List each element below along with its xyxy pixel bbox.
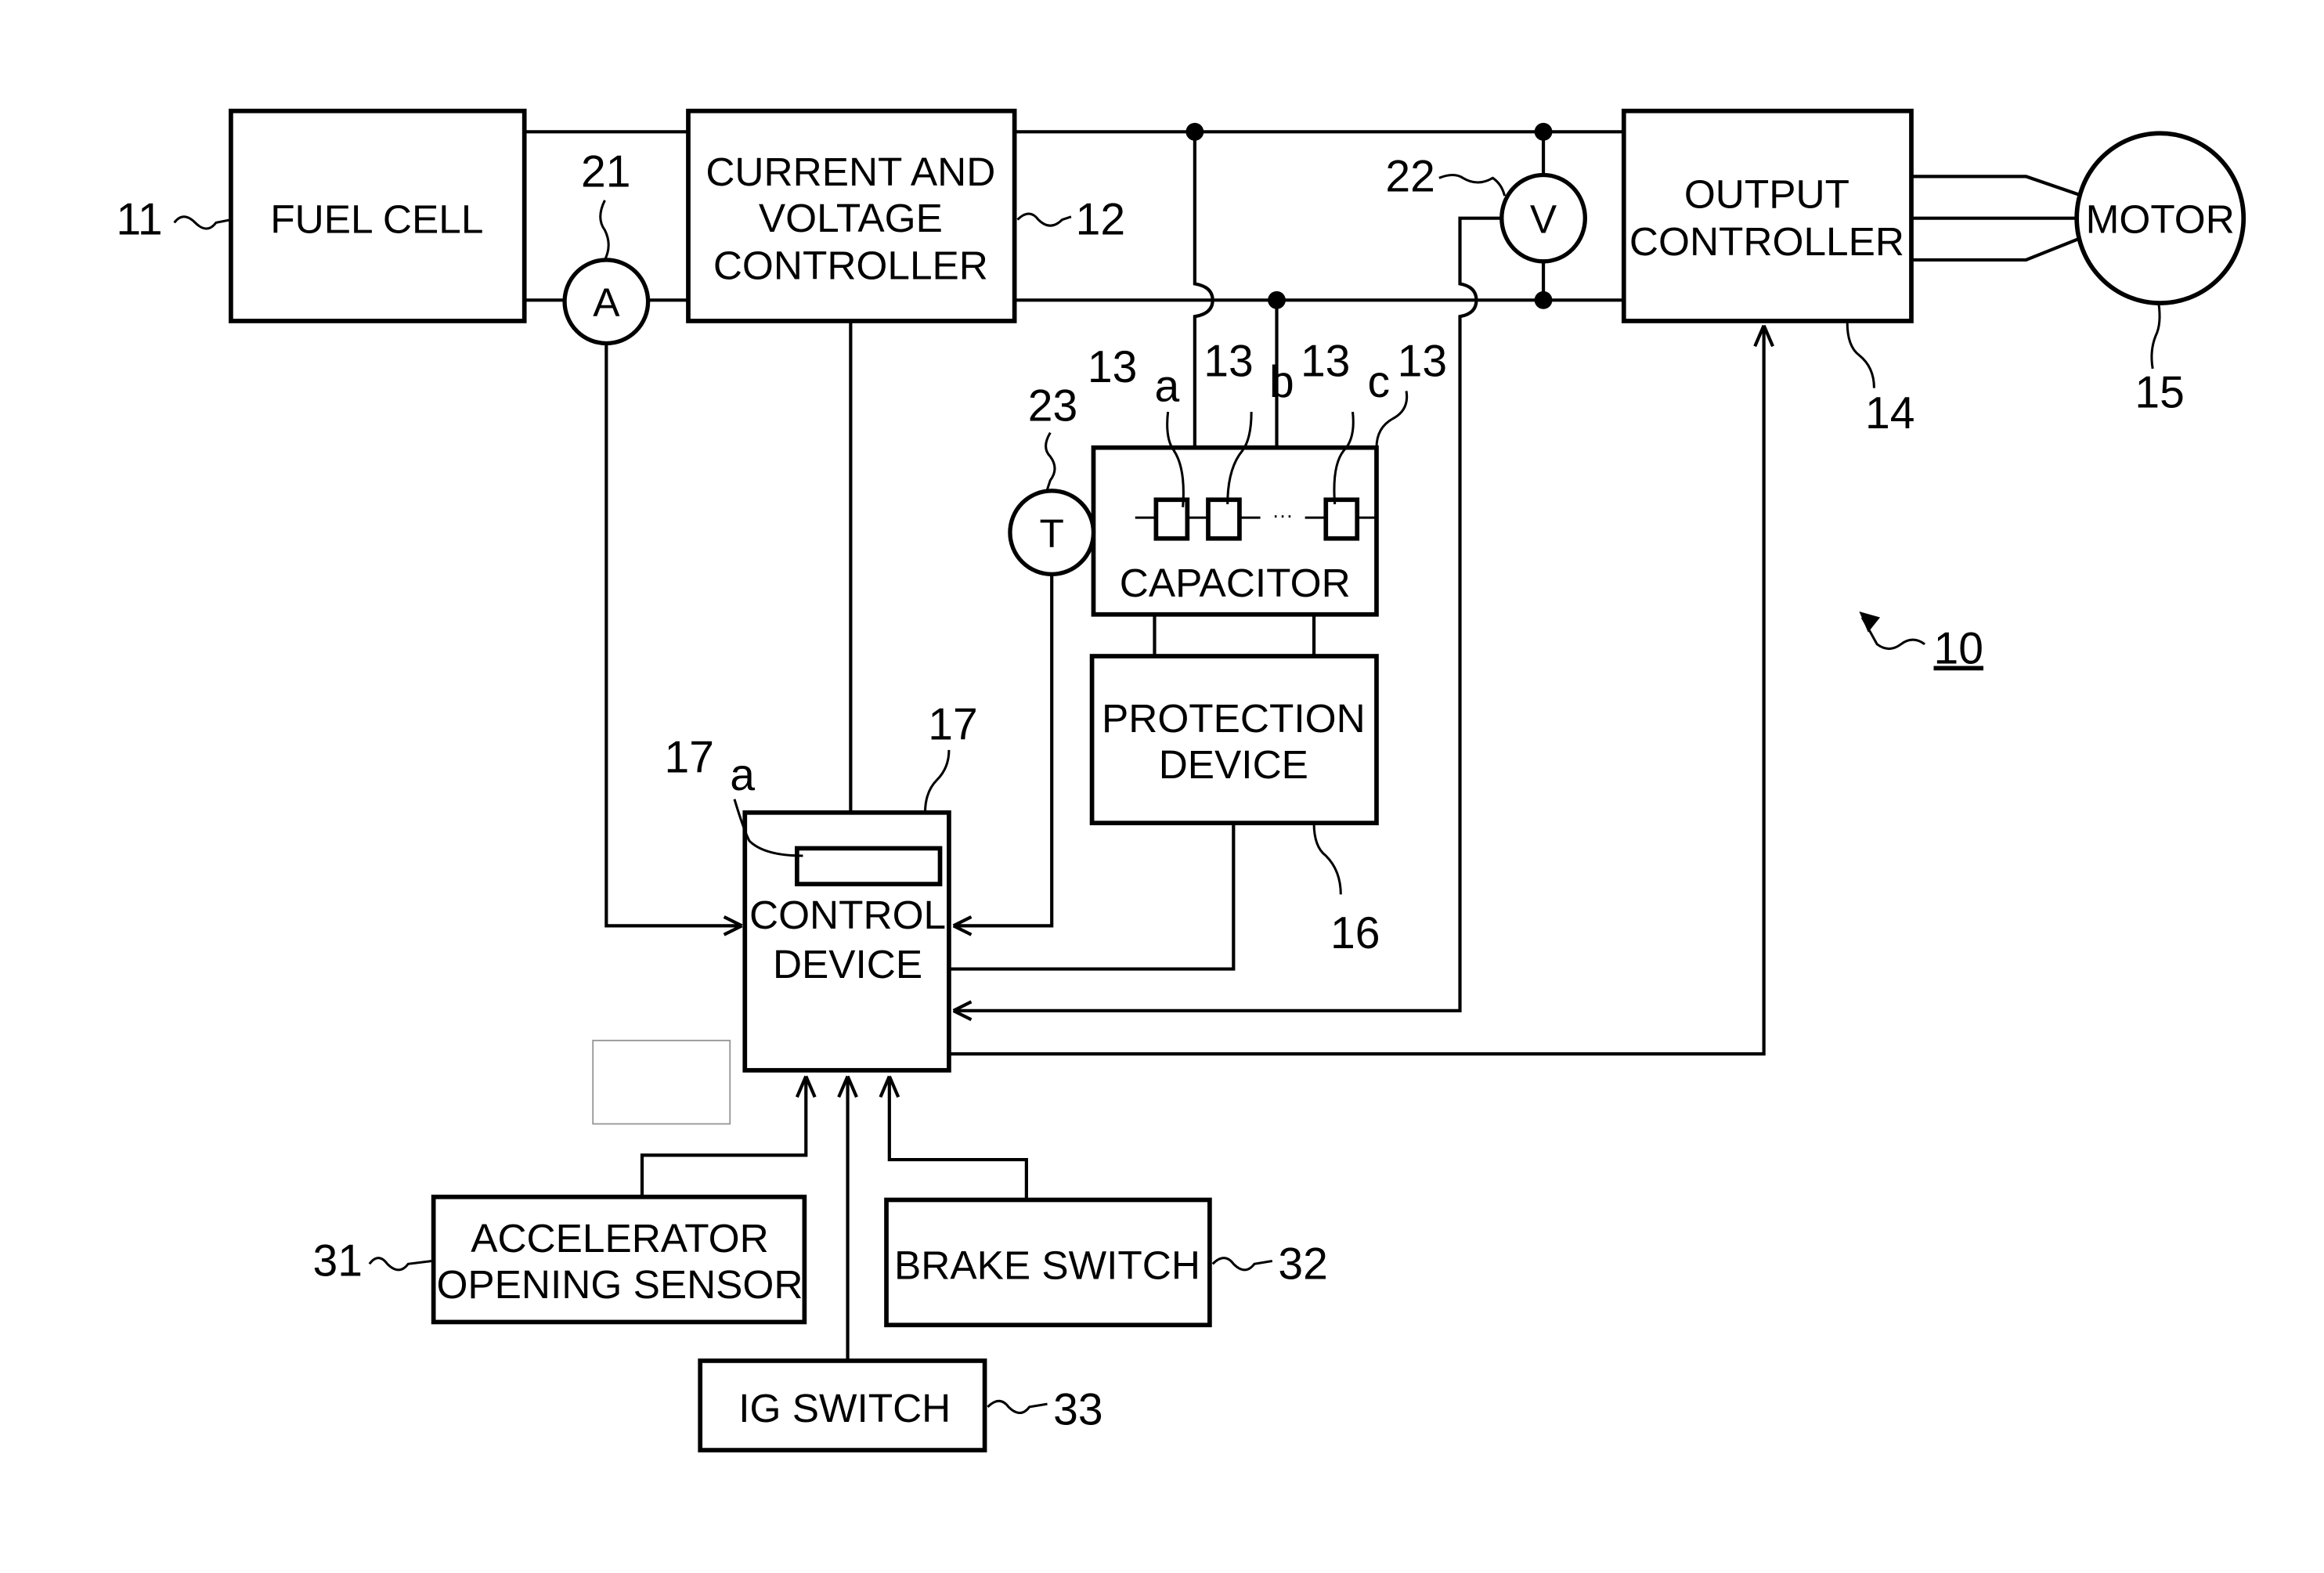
wire-ammeter-signal [604, 343, 742, 928]
fuel-cell-block: FUEL CELL [229, 108, 527, 323]
leader-32 [1211, 1257, 1273, 1272]
protection-device-label-line2: DEVICE [1159, 742, 1308, 787]
wire-accelerator-signal [640, 1076, 808, 1197]
leader-22 [1438, 173, 1507, 197]
thermometer-symbol: T [1040, 511, 1064, 556]
ref-cv-controller: 12 [1076, 195, 1125, 245]
wire-thermometer-signal [953, 574, 1054, 928]
ref-capacitor-cell-a-letter: a [1154, 362, 1179, 412]
ref-capacitor-cell-b-num: 13 [1204, 336, 1253, 386]
ref-ig-switch: 33 [1053, 1385, 1102, 1435]
control-device-memory-17a [795, 846, 943, 886]
output-controller-label-line2: CONTROLLER [1629, 219, 1904, 264]
ref-output-controller: 14 [1865, 388, 1914, 438]
leader-21 [599, 200, 610, 261]
ammeter: A [562, 258, 651, 346]
ref-capacitor-cell-c-letter: c [1368, 357, 1391, 407]
ref-control-device: 17 [928, 700, 977, 750]
ref-control-memory-num: 17 [665, 732, 714, 782]
leader-14 [1846, 322, 1875, 388]
ref-capacitor: 13 [1398, 336, 1447, 386]
capacitor-cell-c [1323, 497, 1360, 541]
fuel-cell-label: FUEL CELL [270, 197, 483, 242]
ref-capacitor-cell-b-letter: b [1269, 357, 1294, 407]
cv-controller-label-line2: VOLTAGE [759, 196, 943, 240]
wire-brake-signal [887, 1076, 1028, 1200]
accelerator-sensor-block: ACCELERATOR OPENING SENSOR [431, 1194, 807, 1325]
leader-23 [1045, 431, 1056, 490]
ref-fuel-cell: 11 [116, 195, 162, 245]
ref-capacitor-cell-c-num: 13 [1301, 336, 1350, 386]
leader-12 [1016, 212, 1072, 227]
leader-16 [1312, 823, 1342, 895]
leader-33 [987, 1399, 1048, 1415]
cv-controller-label-line3: CONTROLLER [713, 244, 988, 288]
output-controller-label-line1: OUTPUT [1684, 171, 1849, 216]
ref-system: 10 [1934, 624, 1983, 674]
leader-17 [923, 749, 951, 813]
output-controller-block: OUTPUT CONTROLLER [1621, 108, 1914, 323]
fuel-cell-system-diagram: FUEL CELL CURRENT AND VOLTAGE CONTROLLER… [116, 108, 2246, 1452]
control-device-block: CONTROL DEVICE [742, 810, 951, 1073]
capacitor-cell-b [1206, 497, 1242, 541]
thermometer: T [1008, 489, 1096, 577]
control-device-label-line2: DEVICE [773, 942, 922, 987]
ref-voltmeter: 22 [1385, 151, 1434, 201]
current-voltage-controller-block: CURRENT AND VOLTAGE CONTROLLER [686, 108, 1017, 323]
accelerator-sensor-label-line2: OPENING SENSOR [436, 1262, 803, 1307]
leader-31 [368, 1257, 432, 1272]
ref-brake-switch: 32 [1278, 1239, 1327, 1289]
control-device-label-line1: CONTROL [749, 893, 946, 937]
ref-control-memory-letter: a [730, 750, 755, 800]
ig-switch-block: IG SWITCH [698, 1358, 987, 1452]
protection-device-block: PROTECTION DEVICE [1089, 654, 1379, 825]
ref-accelerator-sensor: 31 [313, 1236, 363, 1286]
brake-switch-label: BRAKE SWITCH [894, 1243, 1200, 1287]
ammeter-symbol: A [593, 280, 620, 325]
capacitor-label: CAPACITOR [1120, 561, 1351, 605]
capacitor-ellipsis: ··· [1272, 503, 1294, 527]
cv-controller-label-line1: CURRENT AND [706, 150, 995, 194]
ref-protection-device: 16 [1330, 908, 1380, 958]
protection-device-label-line1: PROTECTION [1102, 696, 1366, 741]
ref-capacitor-cell-a-num: 13 [1088, 342, 1137, 392]
brake-switch-block: BRAKE SWITCH [884, 1197, 1212, 1328]
voltmeter-symbol: V [1530, 197, 1557, 242]
ref-motor: 15 [2135, 367, 2184, 417]
wire-capacitor-positive [1193, 132, 1214, 448]
ig-switch-label: IG SWITCH [738, 1386, 951, 1430]
wire-phase-u [1911, 175, 2079, 197]
accelerator-sensor-label-line1: ACCELERATOR [471, 1216, 769, 1261]
wire-protection-signal [948, 823, 1236, 971]
ref-ammeter: 21 [581, 147, 630, 197]
leader-11 [173, 215, 232, 230]
wire-phase-w [1911, 237, 2079, 262]
arrow-system-ref [1859, 611, 1881, 633]
blank-rectangle [592, 1039, 731, 1125]
ref-thermometer: 23 [1028, 381, 1077, 431]
capacitor-block: ··· CAPACITOR [1091, 445, 1379, 617]
motor-label: MOTOR [2086, 197, 2235, 242]
motor-block: MOTOR [2074, 131, 2246, 305]
leader-15 [2150, 302, 2161, 370]
voltmeter: V [1499, 172, 1587, 264]
